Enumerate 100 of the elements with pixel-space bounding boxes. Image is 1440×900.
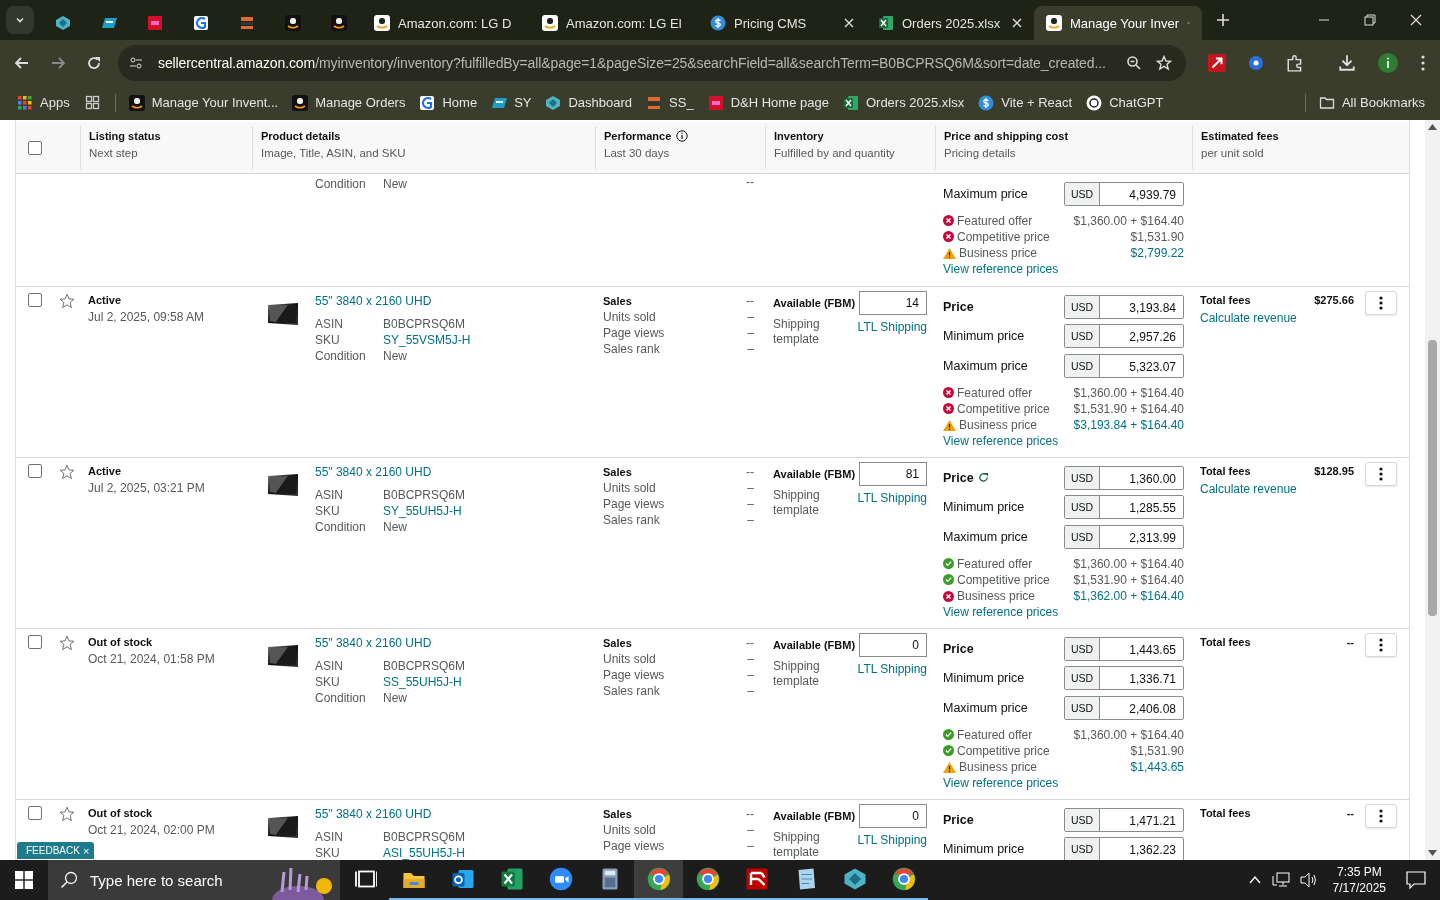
more-actions-button[interactable] <box>1365 633 1397 657</box>
calculate-revenue-link[interactable]: Calculate revenue <box>1200 311 1315 325</box>
product-title-link[interactable]: 55" 3840 x 2160 UHD <box>315 807 466 821</box>
bookmark-item[interactable]: D&H Home page <box>702 90 834 115</box>
condition-label: Condition <box>315 176 367 192</box>
listing-status: Active <box>88 294 123 306</box>
sku-link[interactable]: SS_55UH5J-H <box>383 674 462 690</box>
price-field[interactable]: USD 3,193.84 <box>1064 294 1184 319</box>
bookmark-item[interactable]: SY <box>486 90 537 115</box>
row-checkbox[interactable] <box>28 806 42 820</box>
price-field[interactable]: USD 1,360.00 <box>1064 465 1184 490</box>
star-icon[interactable] <box>59 293 75 309</box>
bookmark-item[interactable]: SS_ <box>641 90 699 115</box>
price-field[interactable]: USD 1,285.55 <box>1064 495 1184 520</box>
browser-tab[interactable]: Amazon.com: LG El <box>530 6 698 40</box>
bookmark-star-icon[interactable] <box>1156 54 1172 71</box>
bookmark-item[interactable]: Home <box>414 90 483 115</box>
extensions-icon[interactable] <box>1286 53 1304 72</box>
zoom-icon[interactable] <box>1126 54 1142 71</box>
sku-link[interactable]: SY_55UH5J-H <box>383 503 462 519</box>
browser-tab[interactable]: Pricing CMS <box>698 6 866 40</box>
price-field[interactable]: USD 5,323.07 <box>1064 353 1184 378</box>
shipping-template-link[interactable]: LTL Shipping <box>857 320 927 347</box>
all-bookmarks-item[interactable]: All Bookmarks <box>1313 90 1430 115</box>
reference-prices-link[interactable]: View reference prices <box>943 434 1184 449</box>
price-field[interactable]: USD 2,313.99 <box>1064 524 1184 549</box>
row-checkbox[interactable] <box>28 464 42 478</box>
product-title-link[interactable]: 55" 3840 x 2160 UHD <box>315 636 466 650</box>
fulfillment-label: Available (FBM) <box>773 639 856 651</box>
bookmark-item[interactable]: Apps <box>12 90 75 115</box>
sku-link[interactable]: ASI_55UH5J-H <box>383 845 466 860</box>
price-field[interactable]: USD 2,957.26 <box>1064 324 1184 349</box>
profile-avatar[interactable] <box>1378 52 1398 73</box>
price-field[interactable]: USD 1,443.65 <box>1064 636 1184 661</box>
fees-label: Total fees <box>1200 465 1252 477</box>
address-bar[interactable]: sellercentral.amazon.com/myinventory/inventory?fulfilledBy=all&page=1&pageSize=25&searchField=all&searchTerm=B0BCPRSQ6M&sort=date_created... <box>118 44 1186 81</box>
price-field[interactable]: USD 2,406.08 <box>1064 695 1184 720</box>
bookmark-item[interactable]: Manage Orders <box>287 90 411 115</box>
restore-icon[interactable] <box>1364 14 1376 26</box>
forward-icon[interactable] <box>50 54 66 71</box>
more-actions-button[interactable] <box>1365 804 1397 828</box>
price-field[interactable]: USD 4,939.79 <box>1064 181 1184 206</box>
bookmark-item[interactable]: Vite + React <box>973 90 1078 115</box>
network-icon[interactable] <box>1271 872 1290 888</box>
shipping-template-link[interactable]: LTL Shipping <box>857 491 927 518</box>
quantity-field[interactable]: 81 <box>859 462 927 486</box>
more-actions-button[interactable] <box>1365 462 1397 486</box>
new-tab-icon[interactable] <box>1216 13 1230 27</box>
download-icon[interactable] <box>1338 53 1356 72</box>
more-actions-button[interactable] <box>1365 291 1397 315</box>
shipping-template-link[interactable]: LTL Shipping <box>857 833 927 860</box>
scrollbar[interactable] <box>1425 120 1440 860</box>
reload-icon[interactable] <box>86 54 102 71</box>
browser-tab[interactable]: Amazon.com: LG D <box>362 6 530 40</box>
bookmark-item[interactable]: Manage Your Invent... <box>123 90 284 115</box>
clock-time[interactable]: 7:35 PM <box>1336 864 1382 880</box>
reference-prices-link[interactable]: View reference prices <box>943 605 1184 620</box>
scroll-thumb[interactable] <box>1428 340 1437 616</box>
bookmark-item[interactable]: ChatGPT <box>1081 90 1169 115</box>
bookmark-item[interactable]: Orders 2025.xlsx <box>837 90 970 115</box>
menu-icon[interactable] <box>1420 53 1426 72</box>
square-logo-icon <box>707 94 724 111</box>
browser-tab[interactable]: Manage Your Inver <box>1034 6 1202 40</box>
site-settings-icon[interactable] <box>128 54 144 71</box>
arrow-extension-icon[interactable] <box>1208 53 1226 72</box>
star-icon[interactable] <box>59 464 75 480</box>
product-title-link[interactable]: 55" 3840 x 2160 UHD <box>315 294 471 308</box>
volume-icon[interactable] <box>1299 872 1318 888</box>
row-checkbox[interactable] <box>28 293 42 307</box>
reference-prices-link[interactable]: View reference prices <box>943 262 1184 277</box>
refresh-icon[interactable] <box>977 472 989 484</box>
taskbar-search-field[interactable]: Type here to search <box>48 860 340 900</box>
metric-value: – <box>747 309 754 325</box>
dots-extension-icon[interactable] <box>1248 54 1264 71</box>
smile-logo-icon <box>128 94 145 111</box>
sku-link[interactable]: SY_55VSM5J-H <box>383 332 471 348</box>
feedback-tab[interactable]: FEEDBACK × <box>17 842 95 859</box>
clock-date[interactable]: 7/17/2025 <box>1332 880 1386 896</box>
row-checkbox[interactable] <box>28 635 42 649</box>
notifications-icon[interactable] <box>1406 871 1426 889</box>
reference-prices-link[interactable]: View reference prices <box>943 776 1184 791</box>
bookmark-item[interactable]: Dashboard <box>540 90 638 115</box>
star-icon[interactable] <box>59 635 75 651</box>
price-field[interactable]: USD 1,471.21 <box>1064 807 1184 832</box>
quantity-field[interactable]: 0 <box>859 804 927 828</box>
price-label: Price <box>943 299 974 314</box>
price-field[interactable]: USD 1,336.71 <box>1064 666 1184 691</box>
scroll-down-icon[interactable] <box>1428 850 1437 856</box>
scroll-up-icon[interactable] <box>1428 124 1437 130</box>
calculate-revenue-link[interactable]: Calculate revenue <box>1200 482 1315 496</box>
back-icon[interactable] <box>14 54 30 71</box>
product-title-link[interactable]: 55" 3840 x 2160 UHD <box>315 465 466 479</box>
star-icon[interactable] <box>59 806 75 822</box>
quantity-field[interactable]: 14 <box>859 291 927 315</box>
shipping-template-link[interactable]: LTL Shipping <box>857 662 927 689</box>
select-all-checkbox[interactable] <box>28 140 42 155</box>
taskbar-app[interactable] <box>634 860 683 900</box>
info-icon[interactable] <box>676 130 689 142</box>
quantity-field[interactable]: 0 <box>859 633 927 657</box>
browser-tab[interactable]: Orders 2025.xlsx <box>866 6 1034 40</box>
